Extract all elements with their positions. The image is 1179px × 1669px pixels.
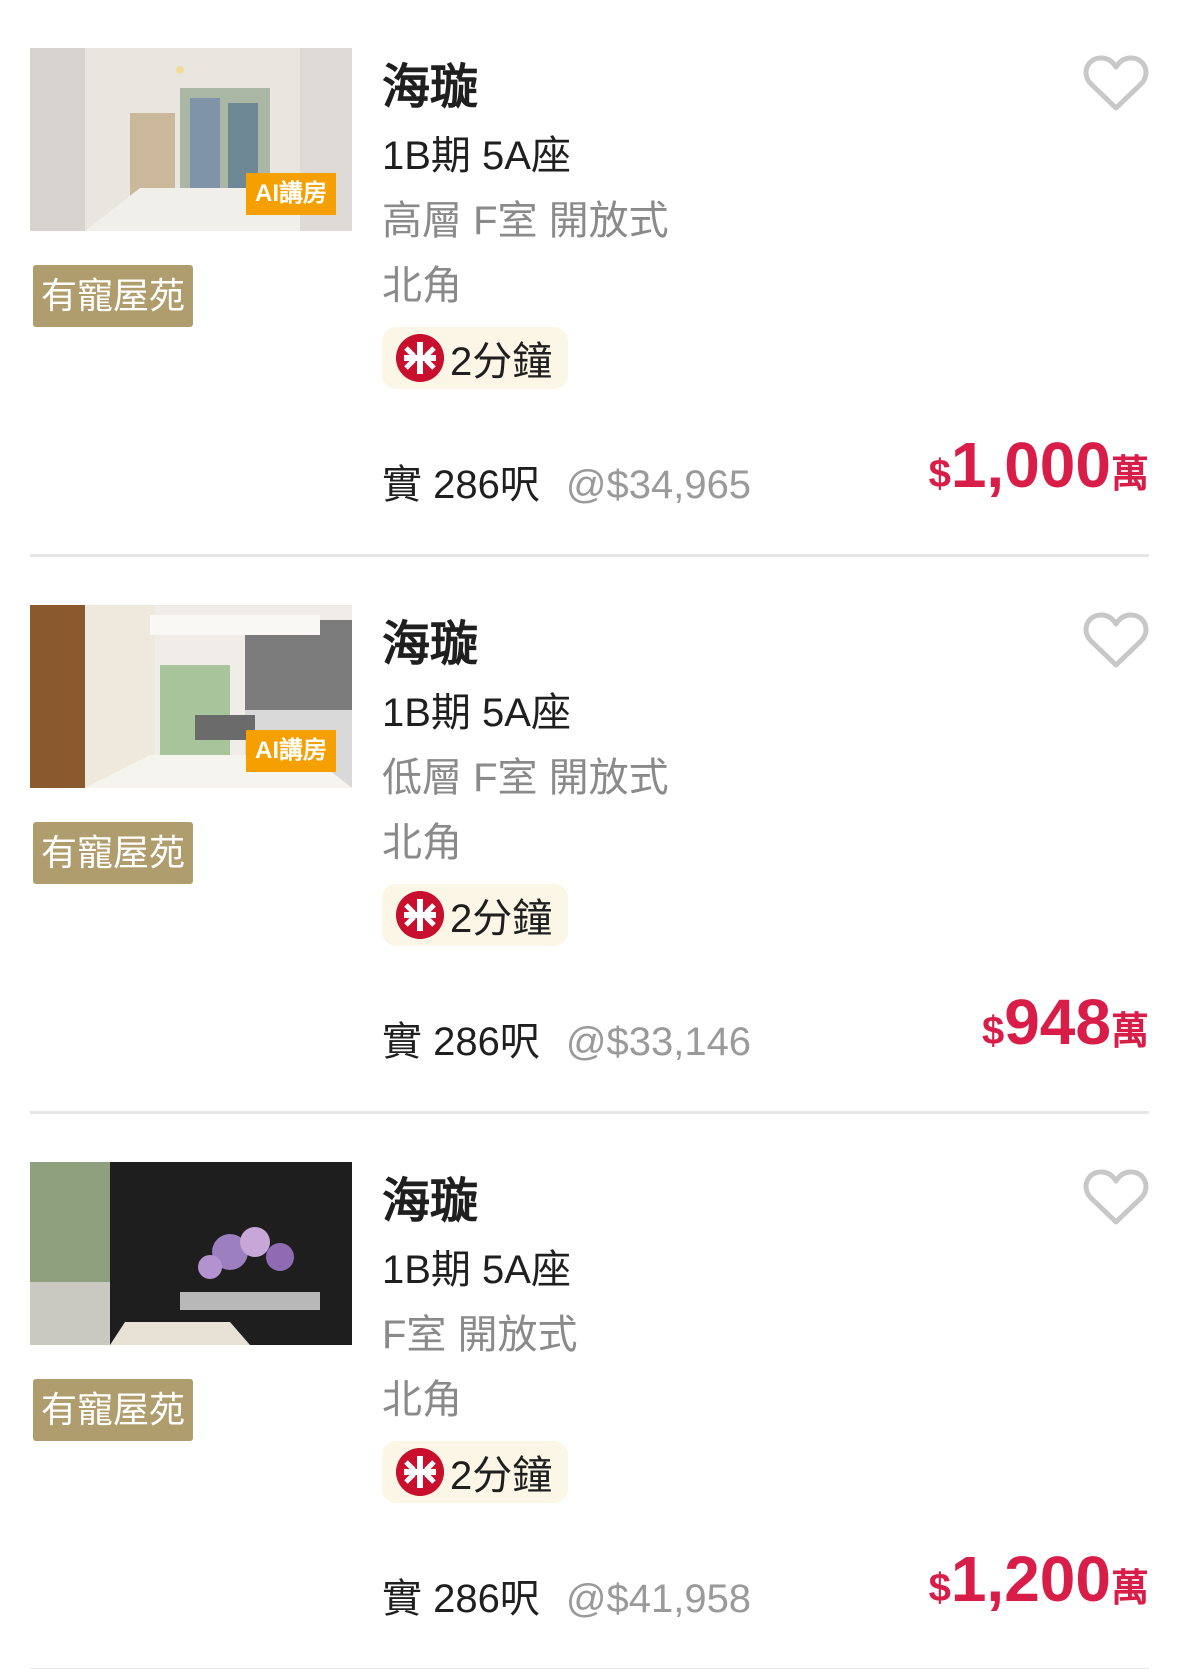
district: 北角 bbox=[382, 264, 462, 308]
heart-outline-icon[interactable] bbox=[1083, 52, 1149, 112]
listing-info: 海璇 1B期 5A座 高層 F室 開放式 北角 2分鐘 bbox=[382, 48, 669, 389]
price-value: 1,000 bbox=[950, 429, 1111, 501]
listing-info: 海璇 1B期 5A座 低層 F室 開放式 北角 2分鐘 bbox=[382, 605, 669, 946]
pet-friendly-tag: 有寵屋苑 bbox=[33, 265, 194, 327]
unit-price: @$34,965 bbox=[565, 463, 752, 507]
listing-list: AI講房 有寵屋苑 海璇 1B期 5A座 高層 F室 開放式 北角 2分鐘 實 … bbox=[0, 0, 1179, 1669]
floor-unit: F室 開放式 bbox=[382, 1313, 578, 1357]
heart-outline-icon[interactable] bbox=[1083, 1166, 1149, 1226]
mtr-walk-chip: 2分鐘 bbox=[382, 884, 569, 946]
estate-name: 海璇 bbox=[382, 61, 479, 114]
listing-photo[interactable]: AI講房 bbox=[30, 48, 352, 231]
pet-friendly-tag: 有寵屋苑 bbox=[33, 822, 194, 884]
unit-price: @$33,146 bbox=[565, 1020, 752, 1064]
listing-price: $ 1,200 萬 bbox=[929, 1542, 1149, 1616]
listing-card[interactable]: AI講房 有寵屋苑 海璇 1B期 5A座 低層 F室 開放式 北角 2分鐘 實 … bbox=[30, 557, 1149, 1114]
listing-price: $ 1,000 萬 bbox=[929, 428, 1149, 502]
price-currency: $ bbox=[928, 1566, 951, 1610]
price-unit: 萬 bbox=[1110, 1011, 1149, 1053]
price-value: 948 bbox=[1004, 986, 1111, 1058]
phase-block: 1B期 5A座 bbox=[382, 691, 571, 735]
ai-tour-badge: AI講房 bbox=[246, 173, 336, 215]
estate-name: 海璇 bbox=[382, 1175, 479, 1228]
mtr-walk-chip: 2分鐘 bbox=[382, 1441, 569, 1503]
district: 北角 bbox=[382, 821, 462, 865]
saleable-area: 實 286呎 bbox=[382, 1020, 540, 1064]
listing-info: 海璇 1B期 5A座 F室 開放式 北角 2分鐘 bbox=[382, 1162, 578, 1503]
listing-card[interactable]: AI講房 有寵屋苑 海璇 1B期 5A座 高層 F室 開放式 北角 2分鐘 實 … bbox=[30, 0, 1149, 557]
saleable-area: 實 286呎 bbox=[382, 463, 540, 507]
listing-card[interactable]: 有寵屋苑 海璇 1B期 5A座 F室 開放式 北角 2分鐘 實 286呎 @$4… bbox=[30, 1114, 1149, 1669]
phase-block: 1B期 5A座 bbox=[382, 1248, 571, 1292]
price-currency: $ bbox=[928, 452, 951, 496]
mtr-logo-icon bbox=[396, 1448, 444, 1496]
floor-unit: 高層 F室 開放式 bbox=[382, 199, 669, 243]
mtr-walk-time: 2分鐘 bbox=[450, 1454, 553, 1498]
price-value: 1,200 bbox=[950, 1543, 1111, 1615]
area-row: 實 286呎 @$33,146 bbox=[382, 1009, 751, 1067]
mtr-logo-icon bbox=[396, 334, 444, 382]
heart-outline-icon[interactable] bbox=[1083, 609, 1149, 669]
phase-block: 1B期 5A座 bbox=[382, 134, 571, 178]
price-unit: 萬 bbox=[1110, 1568, 1149, 1610]
listing-photo[interactable] bbox=[30, 1162, 352, 1345]
district: 北角 bbox=[382, 1378, 462, 1422]
mtr-logo-icon bbox=[396, 891, 444, 939]
unit-price: @$41,958 bbox=[565, 1577, 752, 1621]
listing-photo[interactable]: AI講房 bbox=[30, 605, 352, 788]
listing-price: $ 948 萬 bbox=[982, 985, 1149, 1059]
estate-name: 海璇 bbox=[382, 618, 479, 671]
area-row: 實 286呎 @$41,958 bbox=[382, 1566, 751, 1624]
ai-tour-badge: AI講房 bbox=[246, 730, 336, 772]
saleable-area: 實 286呎 bbox=[382, 1577, 540, 1621]
mtr-walk-time: 2分鐘 bbox=[450, 897, 553, 941]
price-currency: $ bbox=[981, 1009, 1005, 1053]
mtr-walk-time: 2分鐘 bbox=[450, 340, 553, 384]
floor-unit: 低層 F室 開放式 bbox=[382, 756, 669, 800]
mtr-walk-chip: 2分鐘 bbox=[382, 327, 569, 389]
price-unit: 萬 bbox=[1110, 454, 1149, 496]
area-row: 實 286呎 @$34,965 bbox=[382, 452, 751, 510]
pet-friendly-tag: 有寵屋苑 bbox=[33, 1379, 194, 1441]
